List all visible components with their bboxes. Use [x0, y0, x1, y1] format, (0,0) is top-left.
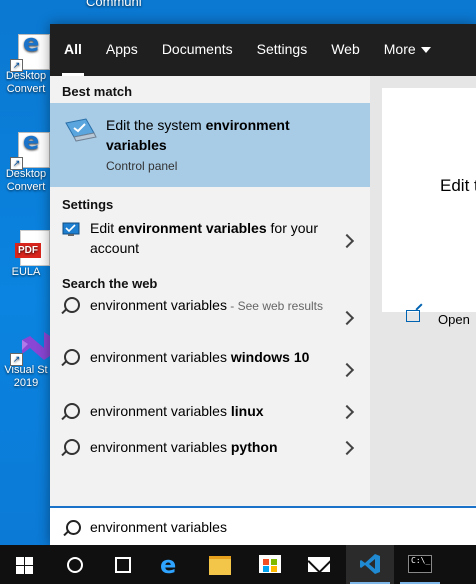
visual-studio-icon: ↗: [10, 328, 50, 366]
taskbar-file-explorer[interactable]: [196, 545, 244, 584]
open-action[interactable]: Open: [438, 312, 470, 327]
task-view-button[interactable]: [98, 545, 146, 584]
web-heading: Search the web: [62, 276, 158, 291]
search-icon: [64, 439, 80, 455]
preview-card: [382, 88, 476, 312]
desktop-caption: Communi: [86, 0, 142, 9]
settings-item-label: Edit environment variables for your acco…: [90, 220, 318, 256]
desktop-icon-label: EULA: [11, 266, 41, 278]
web-result-item[interactable]: environment variables python: [50, 437, 370, 473]
search-results: Best match Edit the system environment v…: [50, 76, 370, 505]
settings-item-edit-env[interactable]: Edit environment variables for your acco…: [50, 216, 370, 268]
task-view-icon: [115, 557, 131, 573]
desktop-icon-label: Visual St 2019: [4, 364, 48, 389]
web-result-label: environment variables python: [90, 439, 278, 455]
preview-pane: Edit t Open: [370, 76, 476, 505]
mail-icon: [308, 557, 330, 572]
tab-all[interactable]: All: [62, 41, 84, 76]
edge-document-icon: e ↗: [10, 129, 50, 170]
start-button[interactable]: [0, 545, 48, 584]
best-match-heading: Best match: [62, 84, 133, 99]
tab-web[interactable]: Web: [331, 41, 360, 59]
open-icon: [406, 310, 420, 322]
preview-title: Edit t: [440, 176, 476, 195]
control-panel-icon: [65, 118, 97, 142]
best-match-subtitle: Control panel: [106, 159, 178, 173]
taskbar-edge[interactable]: e: [146, 545, 194, 584]
cortana-icon: [67, 557, 83, 573]
store-bag-icon: [259, 555, 281, 573]
desktop-icon-eula[interactable]: PDF EULA: [0, 230, 52, 279]
tab-more-label: More: [383, 41, 416, 57]
chevron-down-icon: [420, 47, 431, 54]
taskbar-terminal[interactable]: C:\_: [396, 545, 444, 584]
search-box: [50, 506, 476, 545]
chevron-right-icon: [339, 362, 355, 378]
chevron-right-icon: [339, 233, 355, 249]
edge-icon: e: [160, 551, 177, 579]
taskbar-vscode[interactable]: [346, 545, 394, 584]
tab-more[interactable]: More: [384, 41, 431, 59]
search-flyout: All Apps Documents Settings Web More Bes…: [50, 24, 476, 545]
taskbar-store[interactable]: [246, 545, 294, 584]
desktop-icon-convert-2[interactable]: e ↗ Desktop Convert: [0, 129, 52, 194]
web-result-label: environment variables - See web results: [90, 297, 324, 313]
web-result-label: environment variables linux: [90, 403, 264, 419]
taskbar-mail[interactable]: [296, 545, 344, 584]
web-result-item[interactable]: environment variables - See web results: [50, 295, 370, 347]
folder-icon: [209, 556, 231, 575]
terminal-icon: C:\_: [408, 555, 432, 573]
settings-heading: Settings: [62, 197, 114, 212]
search-icon: [64, 349, 80, 365]
settings-monitor-icon: [62, 222, 80, 236]
vscode-icon: [360, 554, 380, 574]
web-result-label: environment variables windows 10: [90, 349, 310, 365]
chevron-right-icon: [339, 440, 355, 456]
web-result-item[interactable]: environment variables windows 10: [50, 347, 370, 401]
taskbar: e C:\_: [0, 545, 476, 584]
tab-documents[interactable]: Documents: [162, 41, 233, 59]
search-tabs: All Apps Documents Settings Web More: [50, 24, 476, 76]
search-input[interactable]: [90, 516, 450, 538]
desktop-icon-visual-studio[interactable]: ↗ Visual St 2019: [0, 328, 52, 390]
pdf-file-icon: PDF: [10, 230, 50, 266]
search-icon: [64, 403, 80, 419]
web-result-item[interactable]: environment variables linux: [50, 401, 370, 437]
tab-settings[interactable]: Settings: [257, 41, 308, 59]
edge-document-icon: e ↗: [10, 31, 50, 72]
chevron-right-icon: [339, 310, 355, 326]
search-icon: [66, 520, 81, 535]
cortana-button[interactable]: [50, 545, 98, 584]
desktop-icon-label: Desktop Convert: [5, 70, 47, 95]
best-match-item[interactable]: Edit the system environment variables Co…: [50, 103, 370, 187]
desktop-icon-label: Desktop Convert: [5, 168, 47, 193]
chevron-right-icon: [339, 404, 355, 420]
desktop-icon-convert-1[interactable]: e ↗ Desktop Convert: [0, 31, 52, 96]
best-match-title: Edit the system environment variables: [106, 117, 290, 153]
search-icon: [64, 297, 80, 313]
tab-apps[interactable]: Apps: [106, 41, 138, 59]
